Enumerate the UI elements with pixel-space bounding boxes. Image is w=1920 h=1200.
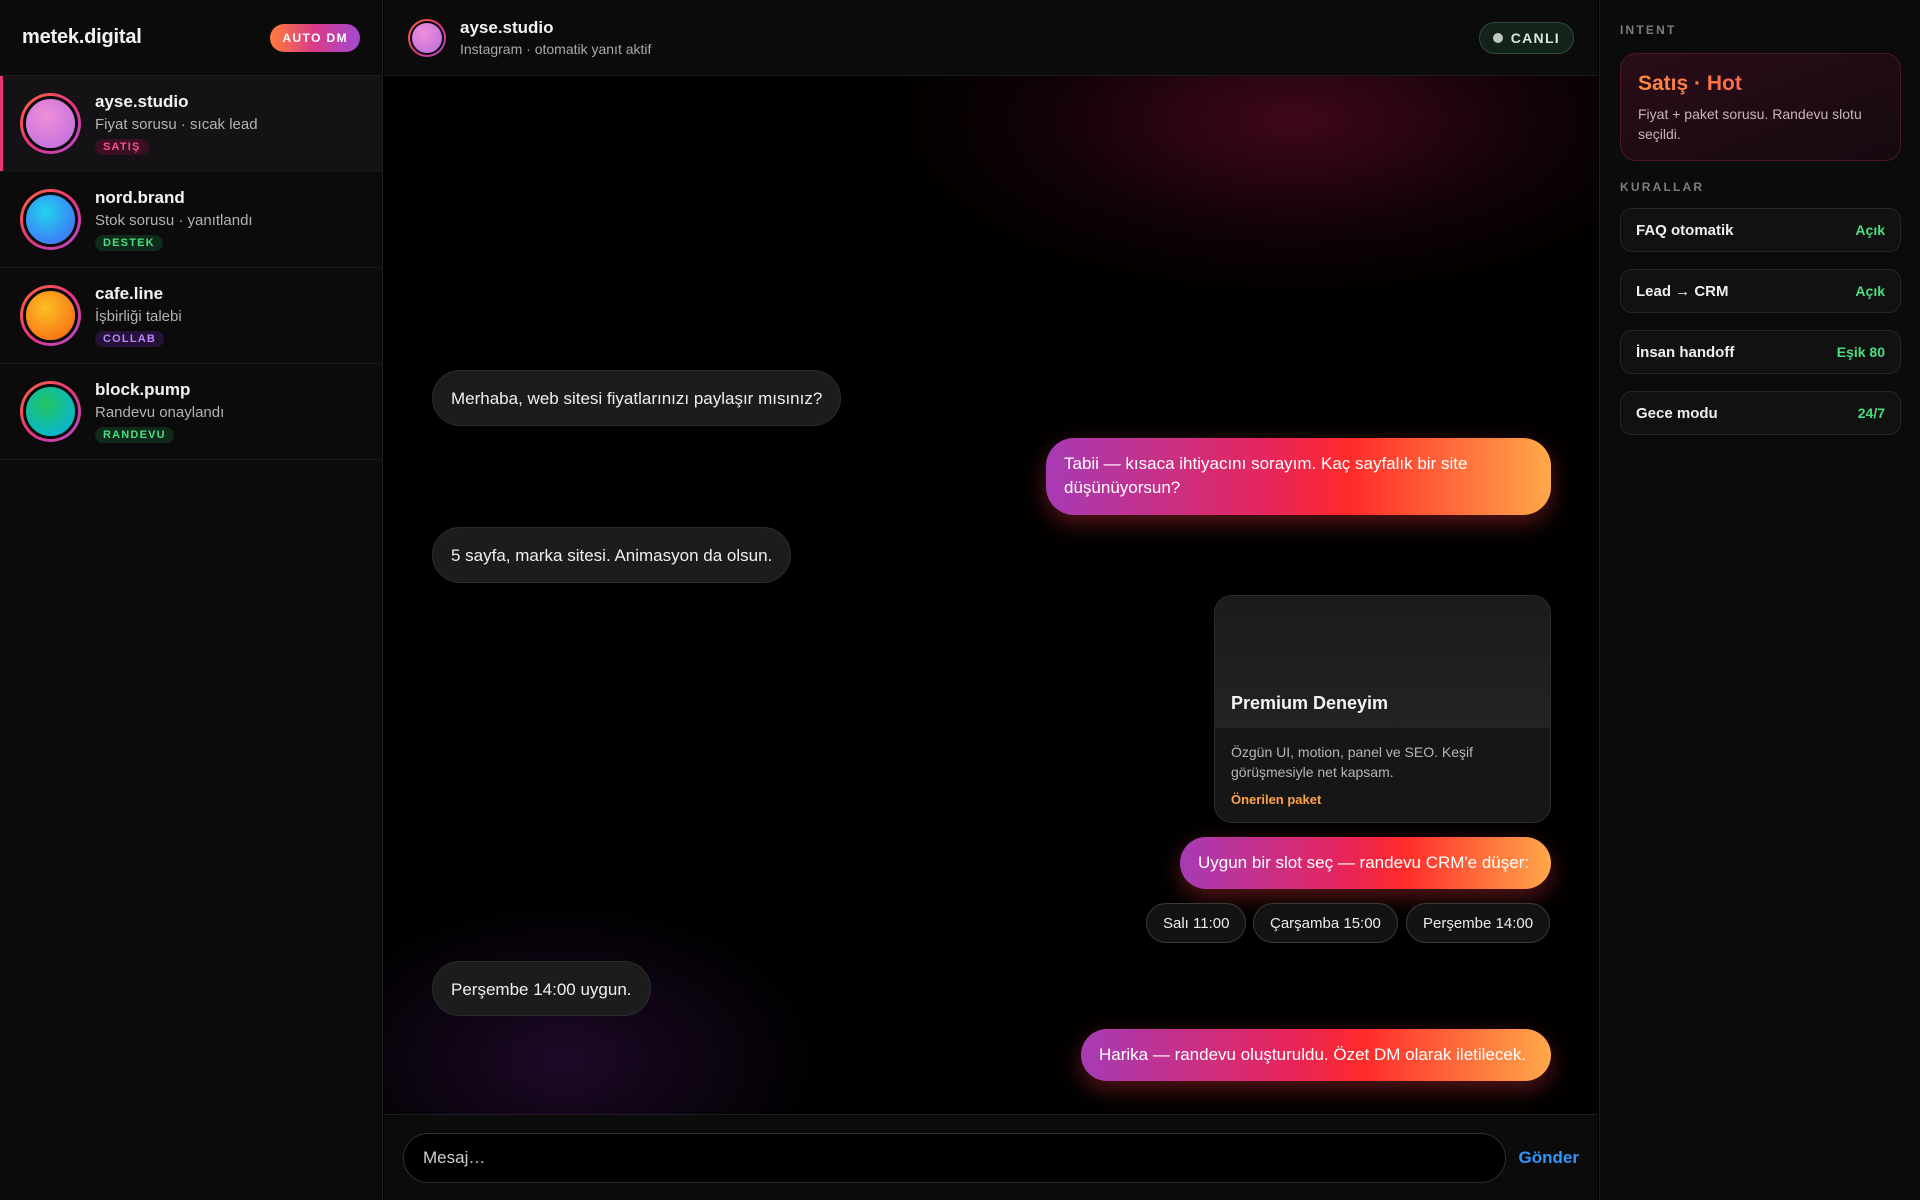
auto-dm-badge: AUTO DM (270, 23, 360, 52)
chat-panel: ayse.studio Instagram · otomatik yanıt a… (384, 0, 1598, 1200)
message-incoming: 5 sayfa, marka sitesi. Animasyon da olsu… (432, 527, 792, 583)
rule-value: 24/7 (1857, 405, 1885, 421)
chat-contact-subtitle: Instagram · otomatik yanıt aktif (460, 41, 652, 57)
avatar-fill (23, 384, 78, 439)
conversation-item-cafe-line[interactable]: cafe.line İşbirliği talebi COLLAB (0, 268, 382, 364)
message-outgoing: Uygun bir slot seç — randevu CRM'e düşer… (1180, 837, 1551, 889)
message-input[interactable] (403, 1132, 1506, 1183)
message-composer: Gönder (384, 1114, 1598, 1200)
rule-value: Açık (1855, 283, 1885, 299)
rule-name: Gece modu (1636, 404, 1718, 422)
insight-panel: INTENT Satış · Hot Fiyat + paket sorusu.… (1599, 0, 1920, 1200)
conversation-preview: Stok sorusu · yanıtlandı (95, 212, 253, 229)
conversation-item-nord-brand[interactable]: nord.brand Stok sorusu · yanıtlandı DEST… (0, 172, 382, 268)
avatar (20, 381, 81, 442)
slot-option-sali[interactable]: Salı 11:00 (1146, 903, 1247, 943)
rule-faq-otomatik[interactable]: FAQ otomatik Açık (1620, 208, 1901, 252)
package-card-header: Premium Deneyim (1215, 596, 1550, 728)
rule-value: Eşik 80 (1836, 344, 1885, 360)
avatar-fill (23, 192, 78, 247)
conversation-preview: İşbirliği talebi (95, 308, 182, 325)
live-status-badge: CANLI (1478, 21, 1574, 54)
conversation-name: ayse.studio (95, 92, 189, 111)
rule-name: FAQ otomatik (1636, 221, 1734, 239)
package-card-description: Özgün UI, motion, panel ve SEO. Keşif gö… (1231, 744, 1474, 780)
conversation-name: nord.brand (95, 188, 185, 207)
rule-name: Lead → CRM (1636, 282, 1729, 300)
brand-logo: metek.digital (22, 26, 142, 48)
avatar (20, 93, 81, 154)
avatar-fill (23, 288, 78, 343)
package-card-title: Premium Deneyim (1231, 693, 1389, 713)
brand-bar: metek.digital AUTO DM (0, 0, 382, 76)
rule-value: Açık (1855, 222, 1885, 238)
slot-option-carsamba[interactable]: Çarşamba 15:00 (1253, 903, 1398, 943)
conversation-item-ayse-studio[interactable]: ayse.studio Fiyat sorusu · sıcak lead SA… (0, 76, 382, 172)
rule-insan-handoff[interactable]: İnsan handoff Eşik 80 (1620, 330, 1901, 374)
live-status-label: CANLI (1510, 29, 1560, 46)
intent-card: Satış · Hot Fiyat + paket sorusu. Randev… (1620, 53, 1901, 161)
rule-gece-modu[interactable]: Gece modu 24/7 (1620, 391, 1901, 435)
conversation-tag: COLLAB (95, 331, 165, 347)
conversation-tag: DESTEK (95, 235, 163, 251)
package-card-footer: Önerilen paket (1231, 792, 1322, 807)
conversation-tag: SATIŞ (95, 139, 149, 155)
avatar-fill (23, 96, 78, 151)
message-outgoing: Harika — randevu oluşturuldu. Özet DM ol… (1081, 1029, 1551, 1081)
rules-section-label: KURALLAR (1620, 180, 1705, 194)
package-card[interactable]: Premium Deneyim Özgün UI, motion, panel … (1214, 595, 1551, 823)
conversation-sidebar: metek.digital AUTO DM ayse.studio Fiyat … (0, 0, 383, 1200)
conversation-tag: RANDEVU (95, 427, 174, 443)
conversation-preview: Fiyat sorusu · sıcak lead (95, 116, 258, 133)
chat-contact-name: ayse.studio (460, 18, 554, 37)
intent-description: Fiyat + paket sorusu. Randevu slotu seçi… (1638, 106, 1862, 142)
avatar (20, 189, 81, 250)
rule-name: İnsan handoff (1636, 343, 1735, 361)
conversation-item-block-pump[interactable]: block.pump Randevu onaylandı RANDEVU (0, 364, 382, 460)
chat-header: ayse.studio Instagram · otomatik yanıt a… (384, 0, 1598, 76)
message-outgoing: Tabii — kısaca ihtiyacını sorayım. Kaç s… (1046, 438, 1551, 515)
conversation-name: cafe.line (95, 284, 164, 303)
rule-lead-crm[interactable]: Lead → CRM Açık (1620, 269, 1901, 313)
intent-section-label: INTENT (1620, 23, 1677, 37)
message-incoming: Merhaba, web sitesi fiyatlarınızı paylaş… (432, 370, 842, 426)
header-avatar[interactable] (408, 18, 446, 57)
send-button[interactable]: Gönder (1519, 1148, 1579, 1168)
header-avatar-fill (410, 20, 444, 55)
intent-title: Satış · Hot (1638, 72, 1883, 96)
message-incoming: Perşembe 14:00 uygun. (432, 961, 651, 1016)
conversation-name: block.pump (95, 380, 191, 399)
avatar (20, 285, 81, 346)
slot-option-persembe[interactable]: Perşembe 14:00 (1406, 903, 1551, 943)
conversation-preview: Randevu onaylandı (95, 404, 225, 421)
status-dot-icon (1492, 32, 1503, 43)
